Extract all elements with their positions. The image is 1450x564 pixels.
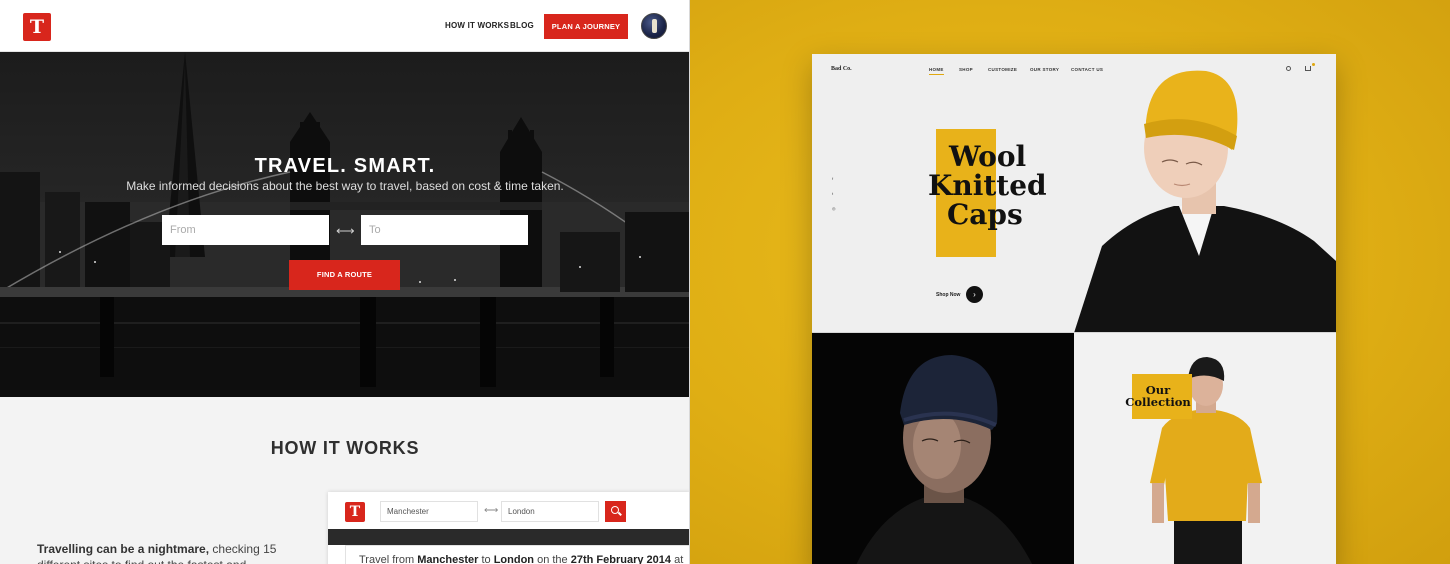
- result-date: 27th February 2014: [570, 554, 672, 564]
- collection-title-line-2: Collection: [1125, 395, 1191, 409]
- plan-a-journey-button[interactable]: PLAN A JOURNEY: [544, 14, 628, 39]
- mockup-result-card: Travel from Manchester to London on the …: [345, 545, 689, 564]
- collection-title: Our Collection: [1118, 384, 1198, 408]
- shop-now-link[interactable]: Shop Now: [936, 292, 960, 298]
- result-mid: to: [478, 554, 494, 564]
- result-suffix: at: [671, 554, 684, 564]
- model-dark-beanie-photo: [856, 355, 1033, 564]
- mockup-dark-bar: [328, 529, 689, 545]
- collection-panel[interactable]: Our Collection: [1074, 333, 1336, 564]
- nav-shop[interactable]: SHOP: [959, 67, 973, 72]
- headline-line-3: Caps: [947, 198, 1023, 231]
- find-a-route-button[interactable]: FIND A ROUTE: [289, 260, 400, 290]
- how-it-works-text-bold: Travelling can be a nightmare,: [37, 542, 210, 556]
- logo-icon[interactable]: T: [23, 13, 51, 41]
- twitter-icon[interactable]: t: [832, 191, 833, 196]
- nav-link-blog[interactable]: BLOG: [510, 21, 534, 30]
- hero-subtitle: Make informed decisions about the best w…: [126, 179, 564, 193]
- hero-title: TRAVEL. SMART.: [254, 155, 436, 177]
- result-mid2: on the: [534, 554, 571, 564]
- from-input[interactable]: From: [162, 215, 329, 245]
- travel-site-screenshot: T HOW IT WORKS BLOG PLAN A JOURNEY TRAVE…: [0, 0, 690, 564]
- nav-customize[interactable]: CUSTOMIZE: [988, 67, 1017, 72]
- top-navigation-bar: T HOW IT WORKS BLOG PLAN A JOURNEY: [0, 0, 689, 52]
- dark-model-panel: [812, 333, 1074, 564]
- model-yellow-beanie-photo: [1074, 70, 1336, 333]
- mockup-swap-arrow-icon[interactable]: ⟷: [484, 505, 498, 516]
- nav-home[interactable]: HOME: [929, 67, 944, 75]
- to-input[interactable]: To: [361, 215, 528, 245]
- hero-section: TRAVEL. SMART. Make informed decisions a…: [0, 52, 689, 397]
- instagram-icon[interactable]: ◎: [832, 206, 836, 211]
- how-it-works-heading: HOW IT WORKS: [270, 438, 420, 458]
- mockup-search-icon[interactable]: [605, 501, 626, 522]
- wool-caps-showcase: Bad Co. HOME SHOP CUSTOMIZE OUR STORY CO…: [690, 0, 1450, 564]
- model-yellow-shirt-photo: [1150, 357, 1262, 564]
- avatar[interactable]: [641, 13, 667, 39]
- swap-arrow-icon[interactable]: ⟷: [336, 223, 355, 239]
- mockup-to-input[interactable]: London: [501, 501, 599, 522]
- how-it-works-text: Travelling can be a nightmare, checking …: [37, 541, 307, 564]
- arrow-right-icon[interactable]: ›: [966, 286, 983, 303]
- app-mockup: T Manchester ⟷ London Travel from Manche…: [328, 492, 689, 564]
- nav-our-story[interactable]: OUR STORY: [1030, 67, 1059, 72]
- result-prefix: Travel from: [359, 554, 418, 564]
- brand-name[interactable]: Bad Co.: [831, 66, 852, 72]
- wool-caps-site-card: Bad Co. HOME SHOP CUSTOMIZE OUR STORY CO…: [812, 54, 1336, 564]
- nav-link-how-it-works[interactable]: HOW IT WORKS: [445, 21, 509, 30]
- mockup-from-input[interactable]: Manchester: [380, 501, 478, 522]
- headline-line-2: Knitted: [928, 169, 1047, 202]
- headline-line-1: Wool: [949, 140, 1027, 173]
- result-from: Manchester: [417, 554, 479, 564]
- hero-headline: Wool Knitted Caps: [928, 142, 1068, 229]
- mockup-logo-icon[interactable]: T: [345, 502, 365, 522]
- result-to: London: [493, 554, 535, 564]
- facebook-icon[interactable]: f: [832, 176, 833, 181]
